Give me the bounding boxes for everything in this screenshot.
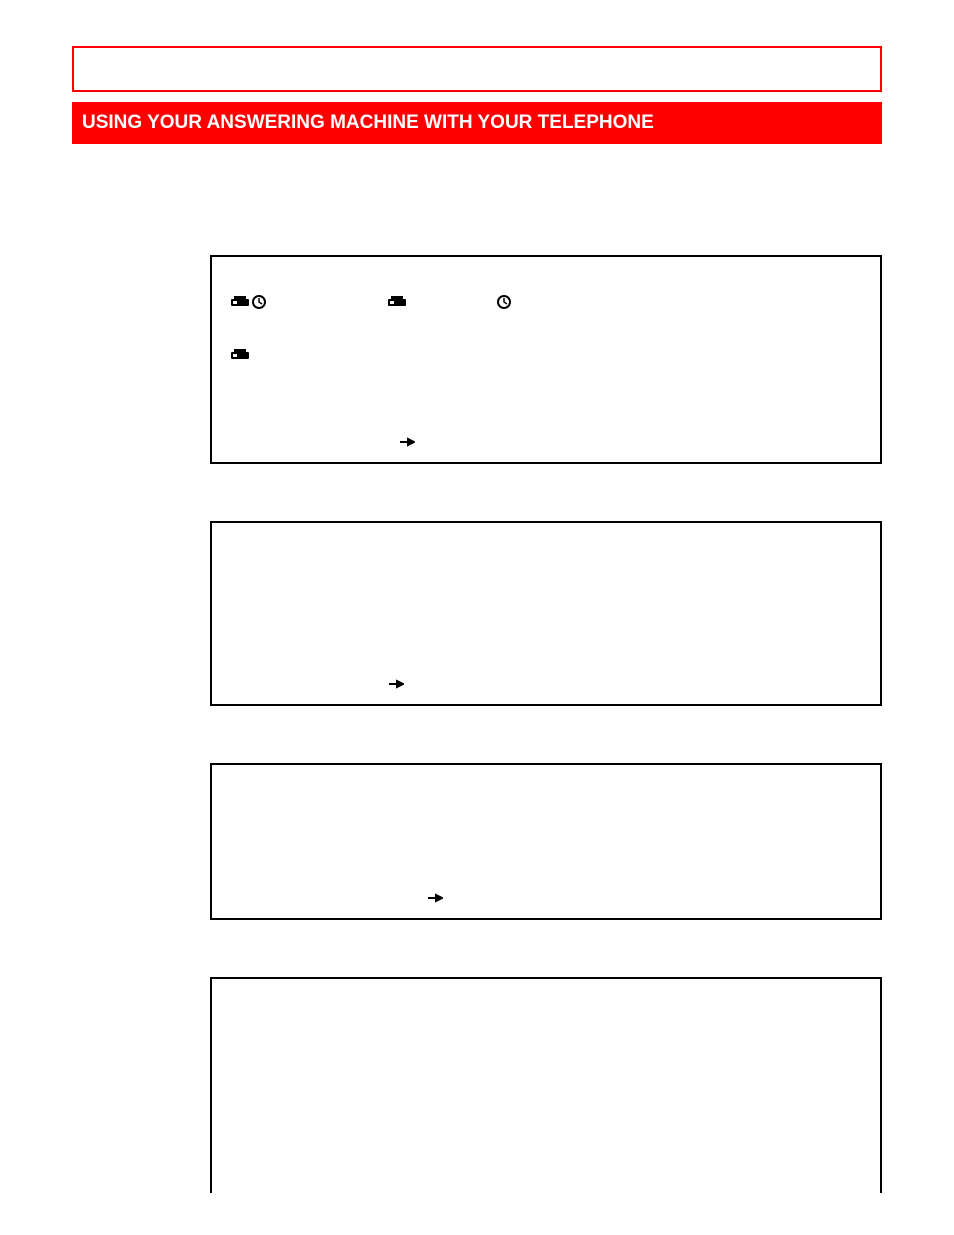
blank-lines xyxy=(230,379,862,421)
clock-icon xyxy=(497,295,511,312)
pointing-hand-icon xyxy=(388,677,404,694)
choice-fax-and-clock: and xyxy=(230,295,297,312)
answer-box: To listen to your voice messages: xyxy=(210,977,882,1193)
page-number: 6 - 4 xyxy=(86,1200,112,1215)
step-line xyxy=(230,593,862,607)
answer-row: in the same way as you would sitting in … xyxy=(230,348,862,365)
step-line xyxy=(230,1077,862,1091)
choice-fax xyxy=(387,295,407,312)
footer-text: See "Changing Remote Access Code" in Cha… xyxy=(410,678,705,693)
question-prompt: How do I check to see if I've received a… xyxy=(210,736,882,753)
question-prompt: How do I set my Remote Access Code? xyxy=(210,494,882,511)
chapter-title: CHAPTER 6: USING YOUR ANSWERING MACHINE xyxy=(84,57,612,83)
steps xyxy=(230,1021,862,1119)
answer-label: Answer: xyxy=(230,326,862,342)
step-line xyxy=(230,1049,862,1063)
question-prompt: How do I listen to my voice messages? xyxy=(210,950,882,967)
box-footer: See "Using Remote Access Code" in Chapte… xyxy=(230,435,862,452)
box-title: To set your Remote Access Code: xyxy=(230,535,862,551)
step-line xyxy=(230,863,862,877)
step-line xyxy=(230,565,862,579)
footer-text: See "Message Indicator" in Chapter 9 xyxy=(449,892,666,907)
section-title: USING YOUR ANSWERING MACHINE WITH YOUR T… xyxy=(82,112,654,134)
section-bar: USING YOUR ANSWERING MACHINE WITH YOUR T… xyxy=(72,102,882,144)
intro-text: There are many convenient functions in y… xyxy=(82,170,872,208)
step-line xyxy=(230,807,862,821)
box-title: Remote Access is when you use your telep… xyxy=(230,269,862,285)
step-line xyxy=(230,649,862,663)
box-title: To check whether you have any messages: xyxy=(230,777,862,793)
answer-box: To set your Remote Access Code: See "Cha… xyxy=(210,521,882,706)
step-line xyxy=(230,835,862,849)
fax-icon xyxy=(230,295,250,312)
steps xyxy=(230,807,862,877)
pointing-hand-icon xyxy=(399,435,415,452)
fax-icon xyxy=(230,348,250,365)
question-prompt: What is Remote Access? xyxy=(210,228,882,245)
step-line xyxy=(230,621,862,635)
step-line xyxy=(230,1021,862,1035)
box-footer: See "Changing Remote Access Code" in Cha… xyxy=(230,677,862,694)
box-footer: See "Message Indicator" in Chapter 9 xyxy=(230,891,862,908)
answer-box: To check whether you have any messages: … xyxy=(210,763,882,920)
answer-text: in the same way as you would sitting in … xyxy=(258,348,571,364)
choice-label: and xyxy=(274,295,297,311)
step-line xyxy=(230,1105,862,1119)
pointing-hand-icon xyxy=(427,891,443,908)
fax-icon xyxy=(387,295,407,312)
choice-row: and xyxy=(230,295,862,312)
steps xyxy=(230,565,862,663)
chapter-title-box: CHAPTER 6: USING YOUR ANSWERING MACHINE xyxy=(72,46,882,92)
choice-clock xyxy=(497,295,511,312)
footer-text: See "Using Remote Access Code" in Chapte… xyxy=(421,436,694,451)
answer-box: Remote Access is when you use your telep… xyxy=(210,255,882,464)
clock-icon xyxy=(252,295,266,312)
box-title: To listen to your voice messages: xyxy=(230,991,862,1007)
question-number: 1. xyxy=(86,252,99,270)
